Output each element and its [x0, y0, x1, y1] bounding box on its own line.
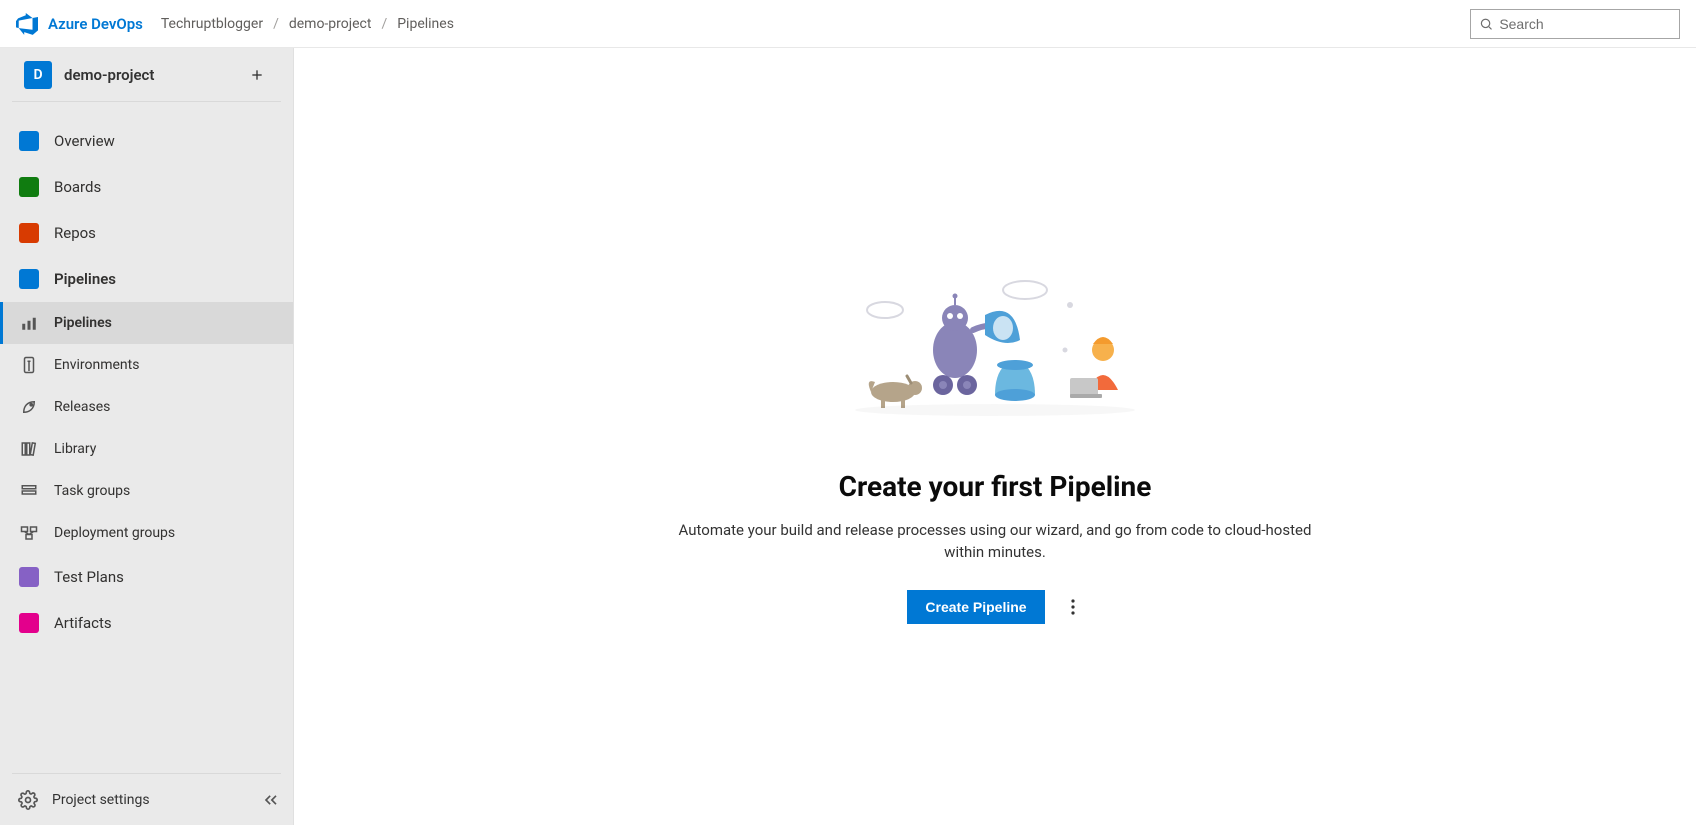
- new-item-button[interactable]: [245, 63, 269, 87]
- sidebar-subitem-library[interactable]: Library: [0, 428, 293, 470]
- project-header: D demo-project: [12, 48, 281, 102]
- search-icon: [1479, 16, 1493, 32]
- main-content: Create your first Pipeline Automate your…: [294, 48, 1696, 825]
- deploymentgroups-icon: [18, 522, 40, 544]
- cta-row: Create Pipeline: [675, 590, 1315, 624]
- sidebar-item-repos[interactable]: Repos: [0, 210, 293, 256]
- overview-icon: [18, 130, 40, 152]
- environments-icon: [18, 354, 40, 376]
- sidebar-subitem-label: Library: [54, 441, 96, 457]
- sidebar-item-label: Test Plans: [54, 568, 124, 586]
- sidebar-item-label: Boards: [54, 178, 101, 196]
- project-settings-link[interactable]: Project settings: [52, 792, 150, 808]
- breadcrumb-sep: /: [381, 16, 387, 32]
- sidebar-item-label: Repos: [54, 224, 96, 242]
- testplans-icon: [18, 566, 40, 588]
- more-vertical-icon: [1071, 599, 1075, 615]
- breadcrumb-sep: /: [273, 16, 279, 32]
- pipelines-icon: [18, 268, 40, 290]
- project-name[interactable]: demo-project: [64, 66, 245, 84]
- empty-state-title: Create your first Pipeline: [675, 470, 1315, 503]
- releases-icon: [18, 396, 40, 418]
- taskgroups-icon: [18, 480, 40, 502]
- sidebar-nav: Overview Boards Repos Pipelines Pipeline…: [0, 102, 293, 773]
- sidebar-item-testplans[interactable]: Test Plans: [0, 554, 293, 600]
- chevron-double-left-icon: [261, 790, 281, 810]
- breadcrumb: Techruptblogger / demo-project / Pipelin…: [161, 16, 454, 32]
- sidebar-item-label: Pipelines: [54, 270, 116, 288]
- sidebar-item-overview[interactable]: Overview: [0, 118, 293, 164]
- sidebar-subitem-label: Environments: [54, 357, 139, 373]
- header-left: Azure DevOps Techruptblogger / demo-proj…: [16, 13, 454, 35]
- library-icon: [18, 438, 40, 460]
- sidebar: D demo-project Overview Boards Repos Pip…: [0, 48, 294, 825]
- sidebar-item-boards[interactable]: Boards: [0, 164, 293, 210]
- azure-devops-logo-icon[interactable]: [16, 13, 38, 35]
- header: Azure DevOps Techruptblogger / demo-proj…: [0, 0, 1696, 48]
- breadcrumb-project[interactable]: demo-project: [289, 16, 372, 32]
- sidebar-subitem-taskgroups[interactable]: Task groups: [0, 470, 293, 512]
- pipeline-illustration: [845, 270, 1145, 450]
- sidebar-subitem-label: Deployment groups: [54, 525, 175, 541]
- search-input[interactable]: [1499, 16, 1671, 32]
- project-avatar[interactable]: D: [24, 61, 52, 89]
- sidebar-subitem-label: Task groups: [54, 483, 130, 499]
- sidebar-subitem-pipelines[interactable]: Pipelines: [0, 302, 293, 344]
- create-pipeline-button[interactable]: Create Pipeline: [907, 590, 1044, 624]
- empty-state: Create your first Pipeline Automate your…: [675, 270, 1315, 624]
- gear-icon: [18, 790, 38, 810]
- more-options-button[interactable]: [1063, 592, 1083, 622]
- sidebar-item-label: Overview: [54, 132, 115, 150]
- search-box[interactable]: [1470, 9, 1680, 39]
- sidebar-subitem-label: Pipelines: [54, 315, 112, 331]
- sidebar-subitem-deploymentgroups[interactable]: Deployment groups: [0, 512, 293, 554]
- sidebar-item-pipelines[interactable]: Pipelines: [0, 256, 293, 302]
- breadcrumb-org[interactable]: Techruptblogger: [161, 16, 263, 32]
- repos-icon: [18, 222, 40, 244]
- sidebar-subitem-environments[interactable]: Environments: [0, 344, 293, 386]
- boards-icon: [18, 176, 40, 198]
- pipelines-sub-icon: [18, 312, 40, 334]
- empty-state-subtitle: Automate your build and release processe…: [675, 519, 1315, 564]
- brand-label[interactable]: Azure DevOps: [48, 15, 143, 33]
- artifacts-icon: [18, 612, 40, 634]
- breadcrumb-page[interactable]: Pipelines: [397, 16, 454, 32]
- sidebar-item-artifacts[interactable]: Artifacts: [0, 600, 293, 646]
- sidebar-subitem-label: Releases: [54, 399, 110, 415]
- sidebar-subitem-releases[interactable]: Releases: [0, 386, 293, 428]
- collapse-sidebar-button[interactable]: [261, 790, 281, 810]
- sidebar-item-label: Artifacts: [54, 614, 112, 632]
- plus-icon: [249, 67, 265, 83]
- sidebar-footer: Project settings: [12, 773, 281, 825]
